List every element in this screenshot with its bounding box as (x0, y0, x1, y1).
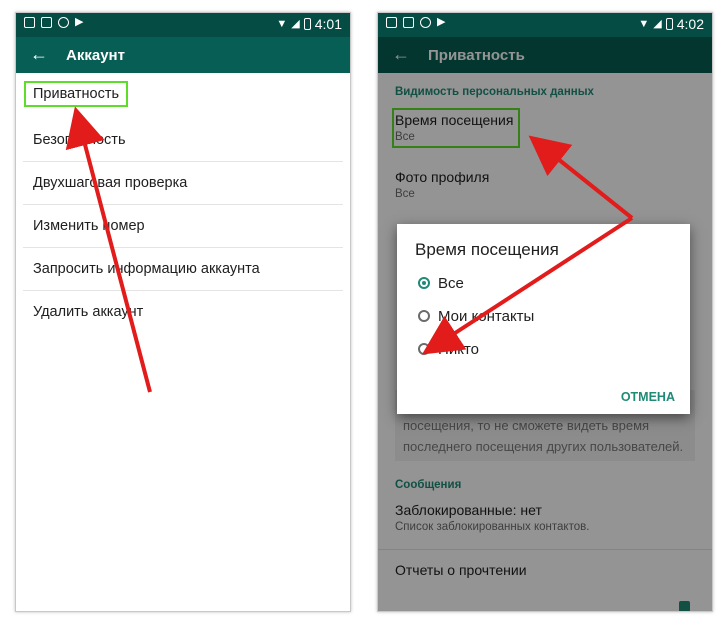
menu-item-label: Удалить аккаунт (33, 304, 144, 320)
menu-item-two-step[interactable]: Двухшаговая проверка (23, 162, 343, 205)
signal-icon: ◢ (291, 17, 300, 30)
menu-item-privacy[interactable]: Приватность (23, 77, 343, 119)
menu-item-delete-account[interactable]: Удалить аккаунт (23, 291, 343, 333)
play-store-icon: ▶ (75, 16, 84, 28)
menu-item-request-info[interactable]: Запросить информацию аккаунта (23, 248, 343, 291)
status-bar: ▶ ▼ ◢ 4:02 (378, 13, 712, 37)
status-time: 4:01 (314, 16, 342, 32)
page-title: Аккаунт (66, 47, 125, 64)
battery-icon (665, 18, 673, 30)
menu-item-label: Изменить номер (33, 218, 145, 234)
option-label: Никто (438, 340, 479, 358)
b-badge-icon (58, 17, 69, 28)
battery-icon (303, 18, 311, 30)
phone-screen-account: ▶ ▼ ◢ 4:01 ← Аккаунт Приватность Безопас… (15, 12, 351, 612)
menu-item-label: Безопасность (33, 132, 126, 148)
status-bar: ▶ ▼ ◢ 4:01 (16, 13, 350, 37)
option-label: Мои контакты (438, 307, 535, 325)
option-label: Все (438, 274, 464, 292)
option-everyone[interactable]: Все (418, 272, 464, 294)
phone-screen-privacy: ▶ ▼ ◢ 4:02 ← Приватность Видимость персо… (377, 12, 713, 612)
menu-item-label: Приватность (23, 81, 129, 107)
signal-icon: ◢ (653, 17, 662, 30)
back-arrow-icon[interactable]: ← (30, 44, 48, 65)
dialog-title: Время посещения (415, 240, 559, 259)
message-icon (41, 17, 52, 28)
cancel-button[interactable]: ОТМЕНА (621, 390, 675, 404)
youtube-icon (386, 17, 397, 28)
menu-item-change-number[interactable]: Изменить номер (23, 205, 343, 248)
radio-icon (418, 343, 430, 355)
radio-selected-icon (418, 277, 430, 289)
menu-item-security[interactable]: Безопасность (23, 119, 343, 162)
menu-item-label: Двухшаговая проверка (33, 175, 188, 191)
play-store-icon: ▶ (437, 16, 446, 28)
toolbar: ← Аккаунт (16, 37, 350, 73)
wifi-icon: ▼ (276, 17, 288, 30)
status-time: 4:02 (676, 16, 704, 32)
youtube-icon (24, 17, 35, 28)
message-icon (403, 17, 414, 28)
wifi-icon: ▼ (638, 17, 650, 30)
menu-item-label: Запросить информацию аккаунта (33, 261, 260, 277)
b-badge-icon (420, 17, 431, 28)
option-my-contacts[interactable]: Мои контакты (418, 305, 534, 327)
last-seen-dialog: Время посещения Все Мои контакты Никто О… (397, 224, 690, 414)
option-nobody[interactable]: Никто (418, 338, 479, 360)
radio-icon (418, 310, 430, 322)
